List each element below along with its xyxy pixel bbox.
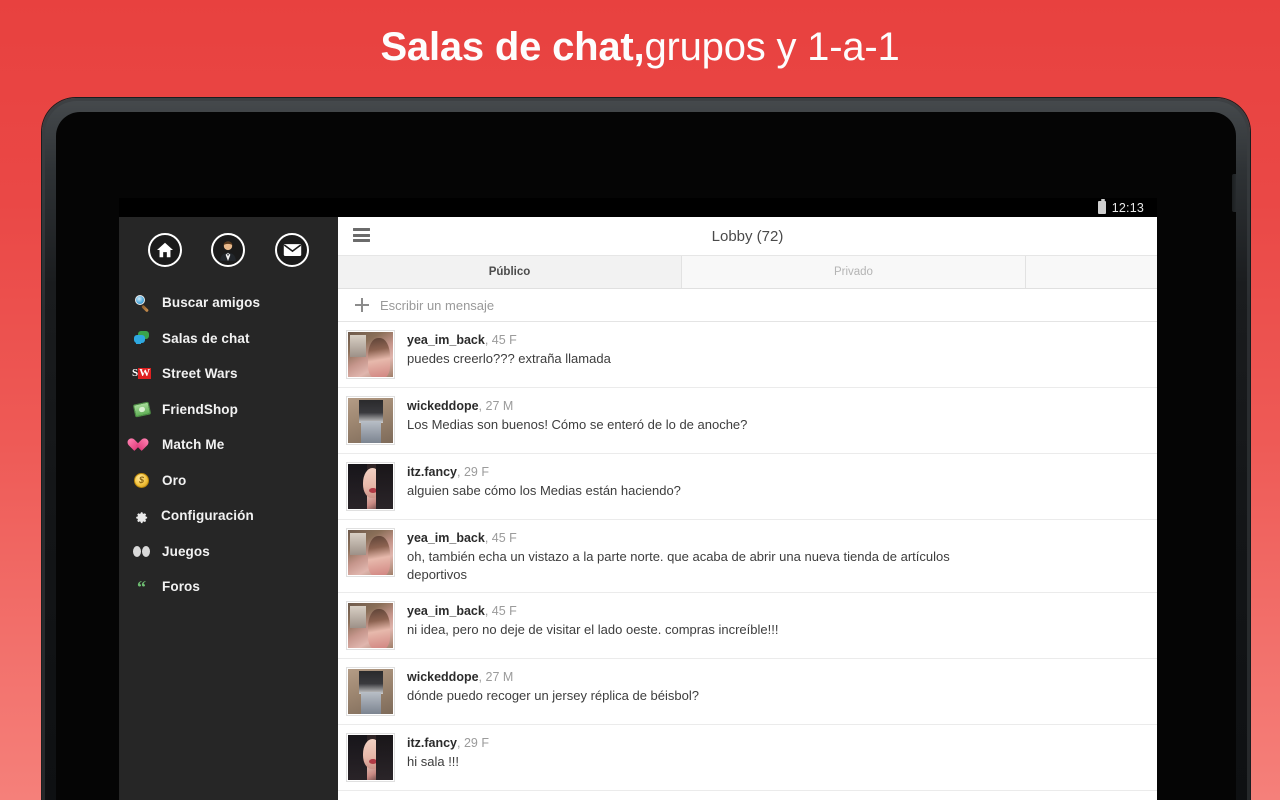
sidebar-item-label: Configuración — [161, 508, 254, 524]
status-bar-time: 12:13 — [1111, 200, 1144, 215]
navigation-sidebar: Buscar amigos Salas de chat SW Street Wa… — [119, 217, 338, 800]
home-button[interactable] — [147, 233, 182, 267]
message-text: Los Medias son buenos! Cómo se enteró de… — [407, 417, 748, 432]
tab-publico[interactable]: Público — [338, 256, 682, 288]
mail-icon — [283, 244, 301, 256]
message-username[interactable]: yea_im_back — [407, 333, 485, 347]
tablet-inner-frame: 12:13 Buscar amigos Salas de chat S W St… — [45, 101, 1247, 800]
sidebar-item-label: Buscar amigos — [162, 295, 261, 311]
message-username[interactable]: itz.fancy — [407, 736, 457, 750]
sidebar-item-configuracion[interactable]: Configuración — [119, 498, 338, 534]
message-text: oh, también echa un vistazo a la parte n… — [407, 549, 950, 582]
sidebar-item-label: Salas de chat — [162, 330, 250, 346]
tab-privado[interactable]: Privado — [681, 256, 1026, 288]
street-wars-icon: SW — [131, 367, 152, 380]
sidebar-item-foros[interactable]: “ Foros — [119, 569, 338, 605]
search-icon — [133, 294, 150, 311]
message-text: alguien sabe cómo los Medias están hacie… — [407, 483, 681, 498]
sidebar-item-juegos[interactable]: Juegos — [119, 534, 338, 570]
message-username[interactable]: yea_im_back — [407, 604, 485, 618]
sidebar-item-label: Match Me — [162, 437, 225, 453]
sidebar-item-label: Foros — [162, 579, 201, 595]
messages-button[interactable] — [275, 233, 310, 267]
message-meta: , 45 F — [484, 604, 517, 618]
chat-panel: Lobby (72) Público Privado Escribir un m… — [338, 217, 1157, 800]
message-meta: , 29 F — [457, 465, 489, 479]
message-meta: , 45 F — [484, 531, 517, 545]
chat-bubbles-icon — [133, 330, 150, 347]
avatar[interactable] — [347, 397, 394, 444]
status-bar: 12:13 — [119, 198, 1157, 217]
message-username[interactable]: yea_im_back — [407, 531, 485, 545]
hamburger-menu-icon[interactable] — [353, 228, 370, 242]
chat-tabs: Público Privado — [338, 255, 1157, 289]
plus-icon[interactable] — [355, 298, 369, 312]
message-composer[interactable]: Escribir un mensaje — [338, 289, 1157, 322]
message-text: hi sala !!! — [407, 754, 460, 769]
home-icon — [156, 242, 173, 258]
sidebar-item-street-wars[interactable]: SW Street Wars — [119, 356, 338, 392]
message-meta: , 29 F — [457, 736, 489, 750]
message-item[interactable]: yea_im_back, 45 F puedes creerlo??? extr… — [338, 322, 1157, 388]
gamepad-icon — [133, 543, 150, 560]
message-meta: , 27 M — [478, 399, 514, 413]
power-button[interactable] — [1232, 174, 1236, 212]
message-item[interactable]: wickeddope, 27 M dónde puedo recoger un … — [338, 659, 1157, 725]
message-meta: , 45 F — [484, 333, 517, 347]
message-username[interactable]: wickeddope — [407, 399, 479, 413]
message-text: puedes creerlo??? extraña llamada — [407, 351, 611, 366]
tab-extra[interactable] — [1025, 256, 1157, 288]
room-title: Lobby (72) — [711, 227, 784, 245]
sidebar-item-label: Oro — [162, 472, 187, 488]
message-item[interactable]: wickeddope, 27 M Los Medias son buenos! … — [338, 388, 1157, 454]
money-icon — [133, 401, 150, 418]
message-item[interactable]: yea_im_back, 45 F oh, también echa un vi… — [338, 520, 1157, 593]
message-item[interactable]: itz.fancy, 29 F alguien sabe cómo los Me… — [338, 454, 1157, 520]
promo-headline: Salas de chat, grupos y 1-a-1 — [0, 0, 1280, 95]
app-root: Buscar amigos Salas de chat SW Street Wa… — [119, 217, 1157, 800]
message-username[interactable]: wickeddope — [407, 670, 479, 684]
message-list[interactable]: yea_im_back, 45 F puedes creerlo??? extr… — [338, 322, 1157, 800]
heart-icon — [133, 436, 150, 453]
profile-icon — [220, 241, 237, 261]
quote-icon: “ — [137, 576, 146, 597]
battery-icon — [1097, 199, 1106, 214]
avatar[interactable] — [347, 734, 394, 781]
gear-icon — [133, 508, 149, 524]
profile-button[interactable] — [211, 233, 246, 267]
gold-coin-icon — [133, 472, 150, 489]
tablet-bezel: 12:13 Buscar amigos Salas de chat S W St… — [56, 112, 1236, 800]
message-meta: , 27 M — [478, 670, 514, 684]
sidebar-item-match-me[interactable]: Match Me — [119, 427, 338, 463]
message-text: ni idea, pero no deje de visitar el lado… — [407, 622, 779, 637]
sidebar-item-label: Juegos — [162, 543, 210, 559]
avatar[interactable] — [347, 463, 394, 510]
message-input-placeholder[interactable]: Escribir un mensaje — [380, 298, 494, 313]
message-item[interactable]: itz.fancy, 29 F hi sala !!! — [338, 725, 1157, 791]
tablet-device-frame: 12:13 Buscar amigos Salas de chat S W St… — [42, 98, 1250, 800]
avatar[interactable] — [347, 529, 394, 576]
headline-light: grupos y 1-a-1 — [644, 25, 900, 69]
sidebar-item-label: FriendShop — [162, 401, 238, 417]
message-item[interactable]: yea_im_back, 45 F ni idea, pero no deje … — [338, 593, 1157, 659]
avatar[interactable] — [347, 668, 394, 715]
avatar[interactable] — [347, 602, 394, 649]
headline-bold: Salas de chat, — [380, 25, 645, 69]
message-username[interactable]: itz.fancy — [407, 465, 457, 479]
message-text: dónde puedo recoger un jersey réplica de… — [407, 688, 699, 703]
device-screen: 12:13 Buscar amigos Salas de chat S W St… — [119, 198, 1157, 800]
chat-header: Lobby (72) — [338, 217, 1157, 255]
avatar[interactable] — [347, 331, 394, 378]
sidebar-item-oro[interactable]: Oro — [119, 463, 338, 499]
sidebar-top-icon-bar — [119, 229, 338, 285]
sidebar-item-buscar-amigos[interactable]: Buscar amigos — [119, 285, 338, 321]
sidebar-item-label: Street Wars — [162, 366, 238, 382]
sidebar-item-friendshop[interactable]: FriendShop — [119, 392, 338, 428]
sidebar-item-salas-de-chat[interactable]: Salas de chat — [119, 321, 338, 357]
